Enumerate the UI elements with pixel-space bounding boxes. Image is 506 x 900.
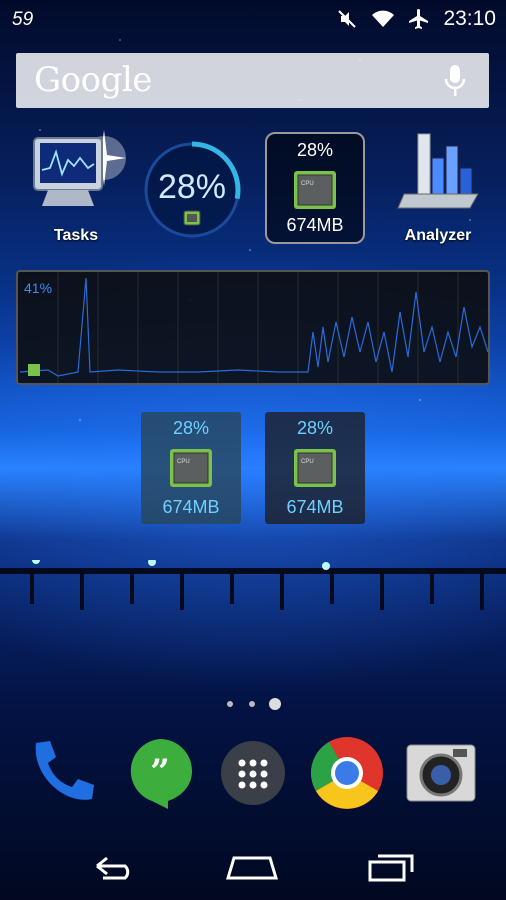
page-dot-1 [227, 701, 233, 707]
wallpaper-pier [0, 560, 506, 610]
status-bar: 59 23:10 [0, 0, 506, 38]
tasks-label: Tasks [53, 227, 99, 244]
ring-percent: 28% [157, 168, 227, 206]
home-icon[interactable] [222, 848, 282, 884]
page-dot-3-active [269, 698, 281, 710]
memory-value-2: 674MB [162, 497, 220, 517]
svg-text:CPU: CPU [301, 459, 314, 465]
svg-text:CPU: CPU [177, 459, 190, 465]
cpu-percent: 28% [296, 140, 334, 160]
svg-text:”: ” [150, 752, 170, 792]
tasks-icon [33, 130, 126, 206]
cpu-ring-widget[interactable]: 28% [140, 138, 244, 242]
cpu-memory-widget-3[interactable]: 28% CPU 674MB [265, 412, 365, 524]
status-time: 23:10 [443, 7, 496, 30]
airplane-icon [409, 9, 429, 29]
cpu-history-graph[interactable]: 41% [16, 270, 490, 385]
page-dot-2 [249, 701, 255, 707]
back-icon[interactable] [83, 848, 143, 884]
memory-value-3: 674MB [286, 497, 344, 517]
google-logo: Google [34, 60, 152, 100]
cpu-chip-icon-3: CPU [294, 449, 336, 487]
recents-icon[interactable] [362, 848, 422, 884]
tasks-app[interactable]: Tasks [26, 128, 126, 245]
phone-icon[interactable] [24, 735, 100, 811]
wifi-icon [372, 10, 395, 27]
small-chip-icon [183, 210, 201, 226]
mute-icon [338, 10, 357, 28]
hangouts-icon[interactable]: ” [122, 735, 198, 811]
page-indicator [227, 698, 281, 710]
graph-chip-icon [28, 364, 40, 376]
cpu-memory-widget-2[interactable]: 28% CPU 674MB [141, 412, 241, 524]
camera-icon[interactable] [403, 735, 479, 811]
status-notification-count: 59 [12, 9, 34, 30]
analyzer-app[interactable]: Analyzer [390, 128, 486, 245]
svg-text:CPU: CPU [301, 181, 314, 187]
analyzer-icon [397, 133, 479, 209]
analyzer-label: Analyzer [404, 227, 472, 244]
cpu-chip-icon-2: CPU [170, 449, 212, 487]
graph-plot [19, 272, 488, 383]
graph-percent-label: 41% [24, 280, 53, 296]
app-drawer-icon[interactable] [215, 735, 291, 811]
memory-value: 674MB [286, 215, 344, 235]
cpu-chip-icon: CPU [294, 171, 336, 209]
cpu-memory-widget-main[interactable]: 28% CPU 674MB [265, 132, 365, 244]
google-search-bar[interactable]: Google [16, 53, 489, 108]
chrome-icon[interactable] [309, 735, 385, 811]
cpu-percent-3: 28% [296, 418, 334, 438]
cpu-percent-2: 28% [172, 418, 210, 438]
mic-icon[interactable] [443, 64, 467, 98]
